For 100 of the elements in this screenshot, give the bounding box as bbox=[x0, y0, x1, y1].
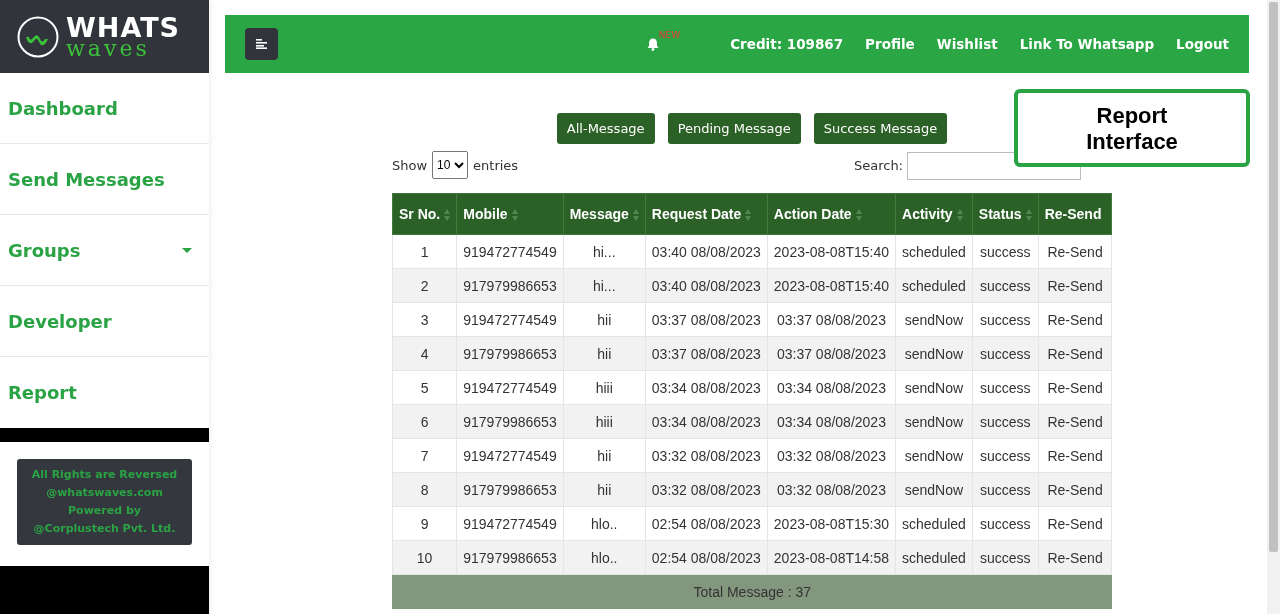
table-cell: hii bbox=[563, 438, 646, 473]
table-cell: 917979986653 bbox=[456, 472, 564, 507]
scrollbar[interactable] bbox=[1267, 0, 1280, 614]
table-cell: Re-Send bbox=[1038, 540, 1112, 575]
table-cell: sendNow bbox=[895, 370, 973, 405]
table-cell: Re-Send bbox=[1038, 438, 1112, 473]
table-cell: 03:37 08/08/2023 bbox=[767, 336, 896, 371]
table-cell: 03:34 08/08/2023 bbox=[645, 370, 768, 405]
table-cell: 03:34 08/08/2023 bbox=[767, 370, 896, 405]
table-cell: scheduled bbox=[895, 540, 973, 575]
annotation-tooltip: Report Interface bbox=[1014, 89, 1250, 167]
table-cell: 4 bbox=[392, 336, 457, 371]
table-cell: Re-Send bbox=[1038, 234, 1112, 269]
table-cell: success bbox=[972, 472, 1039, 507]
column-header[interactable]: Sr No. bbox=[392, 193, 457, 235]
table-cell: hiii bbox=[563, 370, 646, 405]
table-cell: 917979986653 bbox=[456, 404, 564, 439]
table-cell: hii bbox=[563, 472, 646, 507]
table-cell: 2 bbox=[392, 268, 457, 303]
table-cell: sendNow bbox=[895, 336, 973, 371]
table-cell: Re-Send bbox=[1038, 336, 1112, 371]
column-header[interactable]: Mobile bbox=[456, 193, 564, 235]
table-cell: success bbox=[972, 268, 1039, 303]
table-cell: 03:37 08/08/2023 bbox=[645, 302, 768, 337]
table-cell: Re-Send bbox=[1038, 268, 1112, 303]
entries-label: entries bbox=[473, 157, 519, 173]
table-cell: Re-Send bbox=[1038, 404, 1112, 439]
entries-select[interactable]: 10 bbox=[432, 151, 469, 179]
table-cell: success bbox=[972, 506, 1039, 541]
table-cell: sendNow bbox=[895, 404, 973, 439]
table-cell: 919472774549 bbox=[456, 438, 564, 473]
table-cell: 02:54 08/08/2023 bbox=[645, 506, 768, 541]
table-cell: 917979986653 bbox=[456, 540, 564, 575]
table-cell: 03:40 08/08/2023 bbox=[645, 234, 768, 269]
table-cell: Re-Send bbox=[1038, 472, 1112, 507]
copyright-card: All Rights are Reversed @whatswaves.com Powered by @Corplustech Pvt. Ltd. bbox=[17, 459, 192, 545]
table-cell: 2023-08-08T14:58 bbox=[767, 540, 896, 575]
table-cell: success bbox=[972, 336, 1039, 371]
table-cell: scheduled bbox=[895, 506, 973, 541]
table-cell: 03:34 08/08/2023 bbox=[767, 404, 896, 439]
table-cell: 919472774549 bbox=[456, 234, 564, 269]
table-cell: 8 bbox=[392, 472, 457, 507]
table-cell: sendNow bbox=[895, 438, 973, 473]
table-cell: 2023-08-08T15:40 bbox=[767, 268, 896, 303]
column-header[interactable]: Status bbox=[972, 193, 1039, 235]
table-cell: 2023-08-08T15:30 bbox=[767, 506, 896, 541]
filter-button[interactable]: Success Message bbox=[813, 113, 948, 144]
table-cell: success bbox=[972, 438, 1039, 473]
table-cell: 9 bbox=[392, 506, 457, 541]
logo-icon bbox=[16, 14, 60, 59]
table-cell: Re-Send bbox=[1038, 370, 1112, 405]
table-cell: hii bbox=[563, 336, 646, 371]
column-header[interactable]: Message bbox=[563, 193, 646, 235]
table-cell: success bbox=[972, 370, 1039, 405]
new-label: NEW bbox=[658, 29, 681, 40]
table-cell: 03:37 08/08/2023 bbox=[645, 336, 768, 371]
filter-button[interactable]: Pending Message bbox=[667, 113, 801, 144]
column-header[interactable]: Request Date bbox=[645, 193, 768, 235]
table-cell: Re-Send bbox=[1038, 302, 1112, 337]
table-cell: 917979986653 bbox=[456, 268, 564, 303]
search-label: Search: bbox=[853, 157, 903, 173]
table-cell: scheduled bbox=[895, 268, 973, 303]
table-cell: hi... bbox=[563, 234, 646, 269]
table-cell: 10 bbox=[392, 540, 457, 575]
filter-button[interactable]: All-Message bbox=[556, 113, 655, 144]
table-cell: 03:34 08/08/2023 bbox=[645, 404, 768, 439]
table-cell: hii bbox=[563, 302, 646, 337]
bell-icon[interactable] bbox=[646, 37, 659, 51]
menu-icon bbox=[255, 39, 268, 49]
table-cell: scheduled bbox=[895, 234, 973, 269]
table-cell: 6 bbox=[392, 404, 457, 439]
table-cell: sendNow bbox=[895, 472, 973, 507]
column-header[interactable]: Activity bbox=[895, 193, 973, 235]
total-message-footer: Total Message : 37 bbox=[392, 574, 1112, 609]
table-cell: 03:32 08/08/2023 bbox=[645, 438, 768, 473]
column-header[interactable]: Action Date bbox=[767, 193, 896, 235]
table-cell: sendNow bbox=[895, 302, 973, 337]
table-cell: 2023-08-08T15:40 bbox=[767, 234, 896, 269]
table-cell: hi... bbox=[563, 268, 646, 303]
column-header[interactable]: Re-Send bbox=[1038, 193, 1112, 235]
table-cell: 5 bbox=[392, 370, 457, 405]
menu-button[interactable] bbox=[245, 28, 278, 60]
table-cell: success bbox=[972, 404, 1039, 439]
table-cell: 1 bbox=[392, 234, 457, 269]
table-cell: Re-Send bbox=[1038, 506, 1112, 541]
table-cell: success bbox=[972, 302, 1039, 337]
table-cell: 3 bbox=[392, 302, 457, 337]
caret-icon bbox=[182, 247, 192, 253]
table-cell: 917979986653 bbox=[456, 336, 564, 371]
table-cell: hlo.. bbox=[563, 540, 646, 575]
table-cell: 919472774549 bbox=[456, 302, 564, 337]
table-cell: 03:32 08/08/2023 bbox=[645, 472, 768, 507]
table-cell: 919472774549 bbox=[456, 506, 564, 541]
table-cell: 03:40 08/08/2023 bbox=[645, 268, 768, 303]
table-cell: 919472774549 bbox=[456, 370, 564, 405]
table-cell: 03:37 08/08/2023 bbox=[767, 302, 896, 337]
table-cell: 03:32 08/08/2023 bbox=[767, 472, 896, 507]
table-cell: hlo.. bbox=[563, 506, 646, 541]
table-cell: hiii bbox=[563, 404, 646, 439]
table-cell: success bbox=[972, 540, 1039, 575]
